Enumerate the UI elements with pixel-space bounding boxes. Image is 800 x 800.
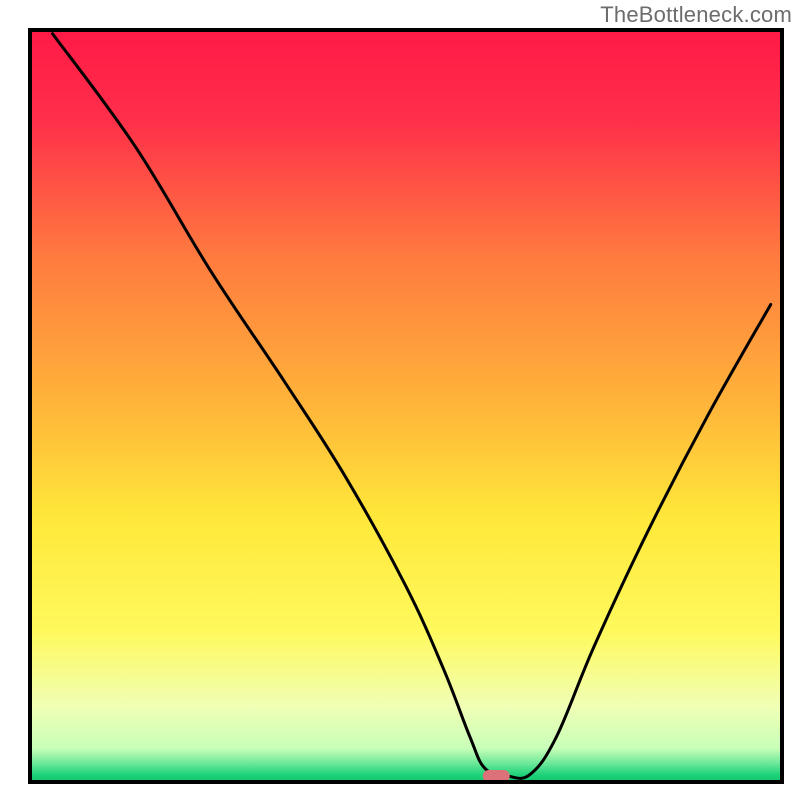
plot-area <box>30 30 782 782</box>
chart-container: TheBottleneck.com <box>0 0 800 800</box>
bottleneck-chart <box>0 0 800 800</box>
gradient-background <box>30 30 782 782</box>
watermark-text: TheBottleneck.com <box>600 2 792 28</box>
